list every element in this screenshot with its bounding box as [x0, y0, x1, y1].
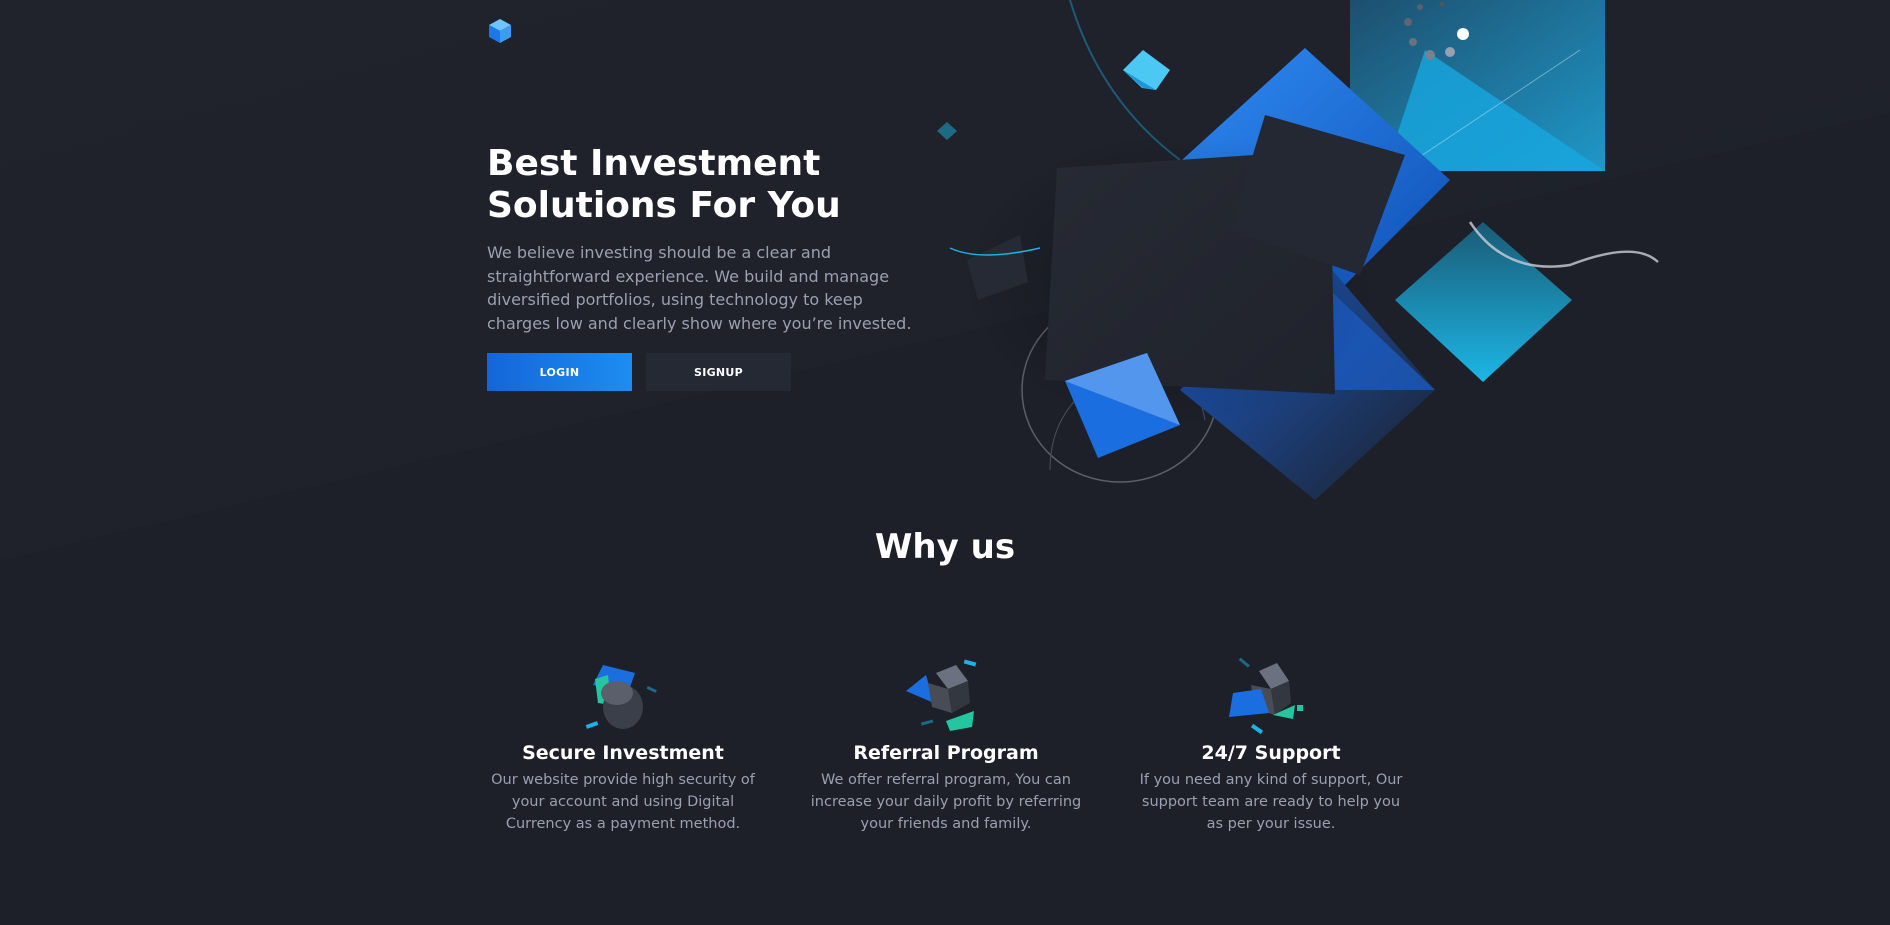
hero-geometric-illustration: [937, 0, 1659, 500]
cube-support-icon: [1229, 657, 1303, 735]
login-button[interactable]: LOGIN: [487, 353, 632, 391]
cube-referral-icon: [906, 659, 977, 731]
why-us-title: Why us: [874, 527, 1016, 567]
feature-text: If you need any kind of support, Our sup…: [1139, 772, 1403, 832]
cylinder-shield-icon: [585, 665, 657, 729]
feature-support: 24/7 Support If you need any kind of sup…: [1126, 655, 1416, 835]
feature-title: Secure Investment: [522, 742, 724, 764]
signup-button[interactable]: SIGNUP: [646, 353, 791, 391]
feature-text: Our website provide high security of you…: [491, 772, 755, 832]
hero-title: Best Investment Solutions For You: [487, 143, 841, 226]
landing-page: Best Investment Solutions For You We bel…: [0, 0, 1890, 925]
feature-referral-program: Referral Program We offer referral progr…: [801, 655, 1091, 835]
feature-title: 24/7 Support: [1201, 742, 1341, 764]
cube-logo-icon[interactable]: [486, 17, 514, 45]
hero-description: We believe investing should be a clear a…: [487, 243, 912, 333]
feature-text: We offer referral program, You can incre…: [810, 772, 1082, 832]
feature-secure-investment: Secure Investment Our website provide hi…: [478, 655, 768, 835]
feature-title: Referral Program: [853, 742, 1039, 764]
